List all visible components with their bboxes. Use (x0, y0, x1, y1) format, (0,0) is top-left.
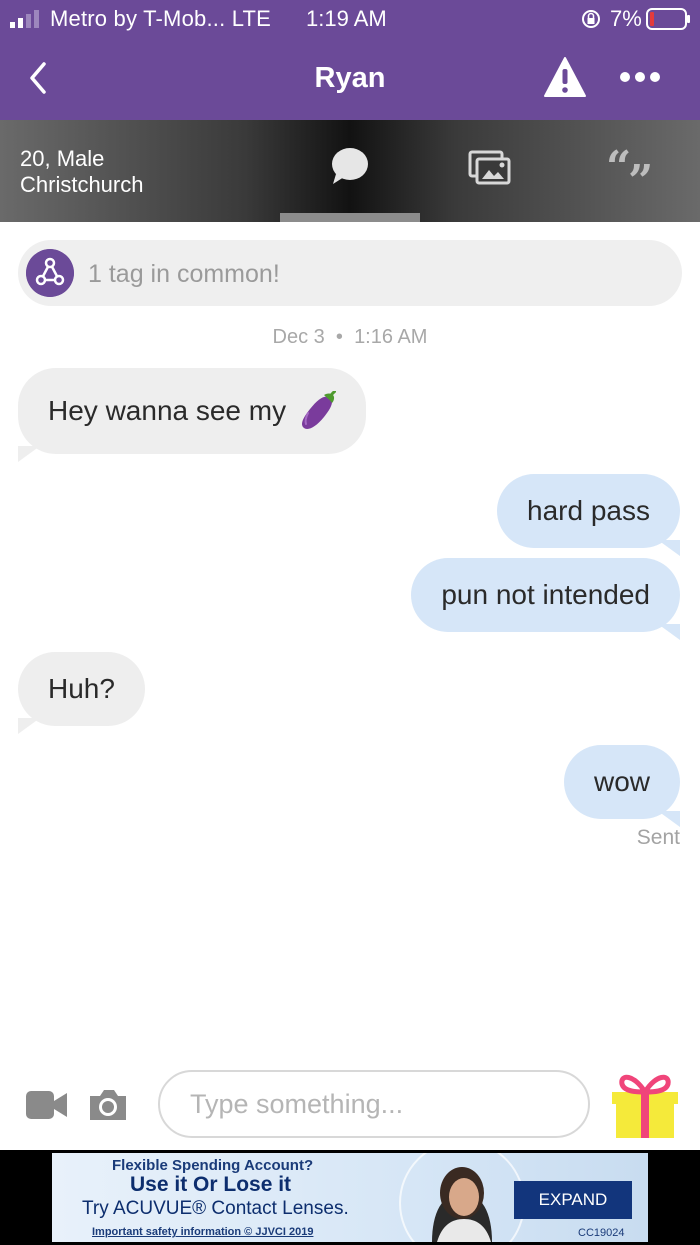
video-camera-icon[interactable] (26, 1089, 68, 1121)
ad-banner[interactable]: Flexible Spending Account? Use it Or Los… (52, 1153, 648, 1242)
rotation-lock-icon (582, 10, 600, 28)
profile-age-gender: 20, Male (20, 146, 105, 171)
more-options-icon[interactable] (618, 62, 662, 92)
gift-icon[interactable] (612, 1068, 678, 1140)
status-bar: Metro by T-Mob... LTE 1:19 AM 7% (0, 0, 700, 38)
profile-info: 20, Male Christchurch (20, 146, 143, 198)
outgoing-message-bubble[interactable]: pun not intended (411, 558, 680, 640)
ad-safety-link[interactable]: Important safety information © JJVCI 201… (92, 1226, 313, 1238)
carrier-label: Metro by T-Mob... LTE (50, 6, 272, 31)
delivery-status: Sent (636, 826, 680, 849)
ad-headline: Use it Or Lose it (130, 1173, 292, 1196)
incoming-message-bubble[interactable]: Huh? (18, 652, 145, 734)
svg-text:”: ” (628, 156, 653, 184)
timestamp-time: 1:16 AM (354, 326, 428, 348)
photos-icon[interactable] (468, 150, 512, 186)
quotes-icon[interactable]: “ ” (606, 148, 654, 184)
tag-network-icon (26, 249, 74, 297)
eggplant-emoji-icon (302, 391, 337, 429)
signal-strength-icon (10, 10, 39, 28)
timestamp-separator: • (335, 326, 343, 348)
camera-icon[interactable] (88, 1086, 128, 1122)
tags-in-common-banner[interactable]: 1 tag in common! (18, 240, 682, 306)
message-text: wow (593, 766, 650, 797)
message-text: Huh? (48, 673, 115, 704)
ad-expand-button[interactable]: EXPAND (514, 1181, 632, 1219)
incoming-message-bubble[interactable]: Hey wanna see my (18, 368, 367, 462)
profile-strip: 20, Male Christchurch “ ” (0, 120, 700, 222)
message-text: pun not intended (441, 579, 650, 610)
message-text: hard pass (527, 495, 650, 526)
ad-line-3: Try ACUVUE® Contact Lenses. (82, 1198, 349, 1219)
timestamp-date: Dec 3 (272, 326, 325, 348)
battery-icon (646, 8, 690, 30)
message-timestamp: Dec 3 • 1:16 AM (0, 326, 700, 349)
outgoing-message-bubble[interactable]: hard pass (497, 474, 680, 556)
ad-code: CC19024 (578, 1227, 625, 1239)
conversation-title: Ryan (314, 62, 386, 94)
message-input[interactable] (158, 1070, 590, 1138)
tags-in-common-text: 1 tag in common! (88, 260, 280, 288)
outgoing-message-bubble[interactable]: wow (563, 745, 681, 827)
report-warning-icon[interactable] (543, 56, 587, 98)
ad-line-1: Flexible Spending Account? (112, 1157, 314, 1174)
ad-model-photo (399, 1153, 525, 1242)
battery-percent: 7% (610, 6, 642, 31)
message-text: Hey wanna see my (48, 395, 287, 426)
active-tab-indicator (280, 213, 420, 222)
profile-location: Christchurch (20, 172, 144, 197)
clock: 1:19 AM (306, 6, 387, 31)
chat-bubble-icon[interactable] (330, 146, 370, 186)
nav-header: Ryan (0, 38, 700, 120)
